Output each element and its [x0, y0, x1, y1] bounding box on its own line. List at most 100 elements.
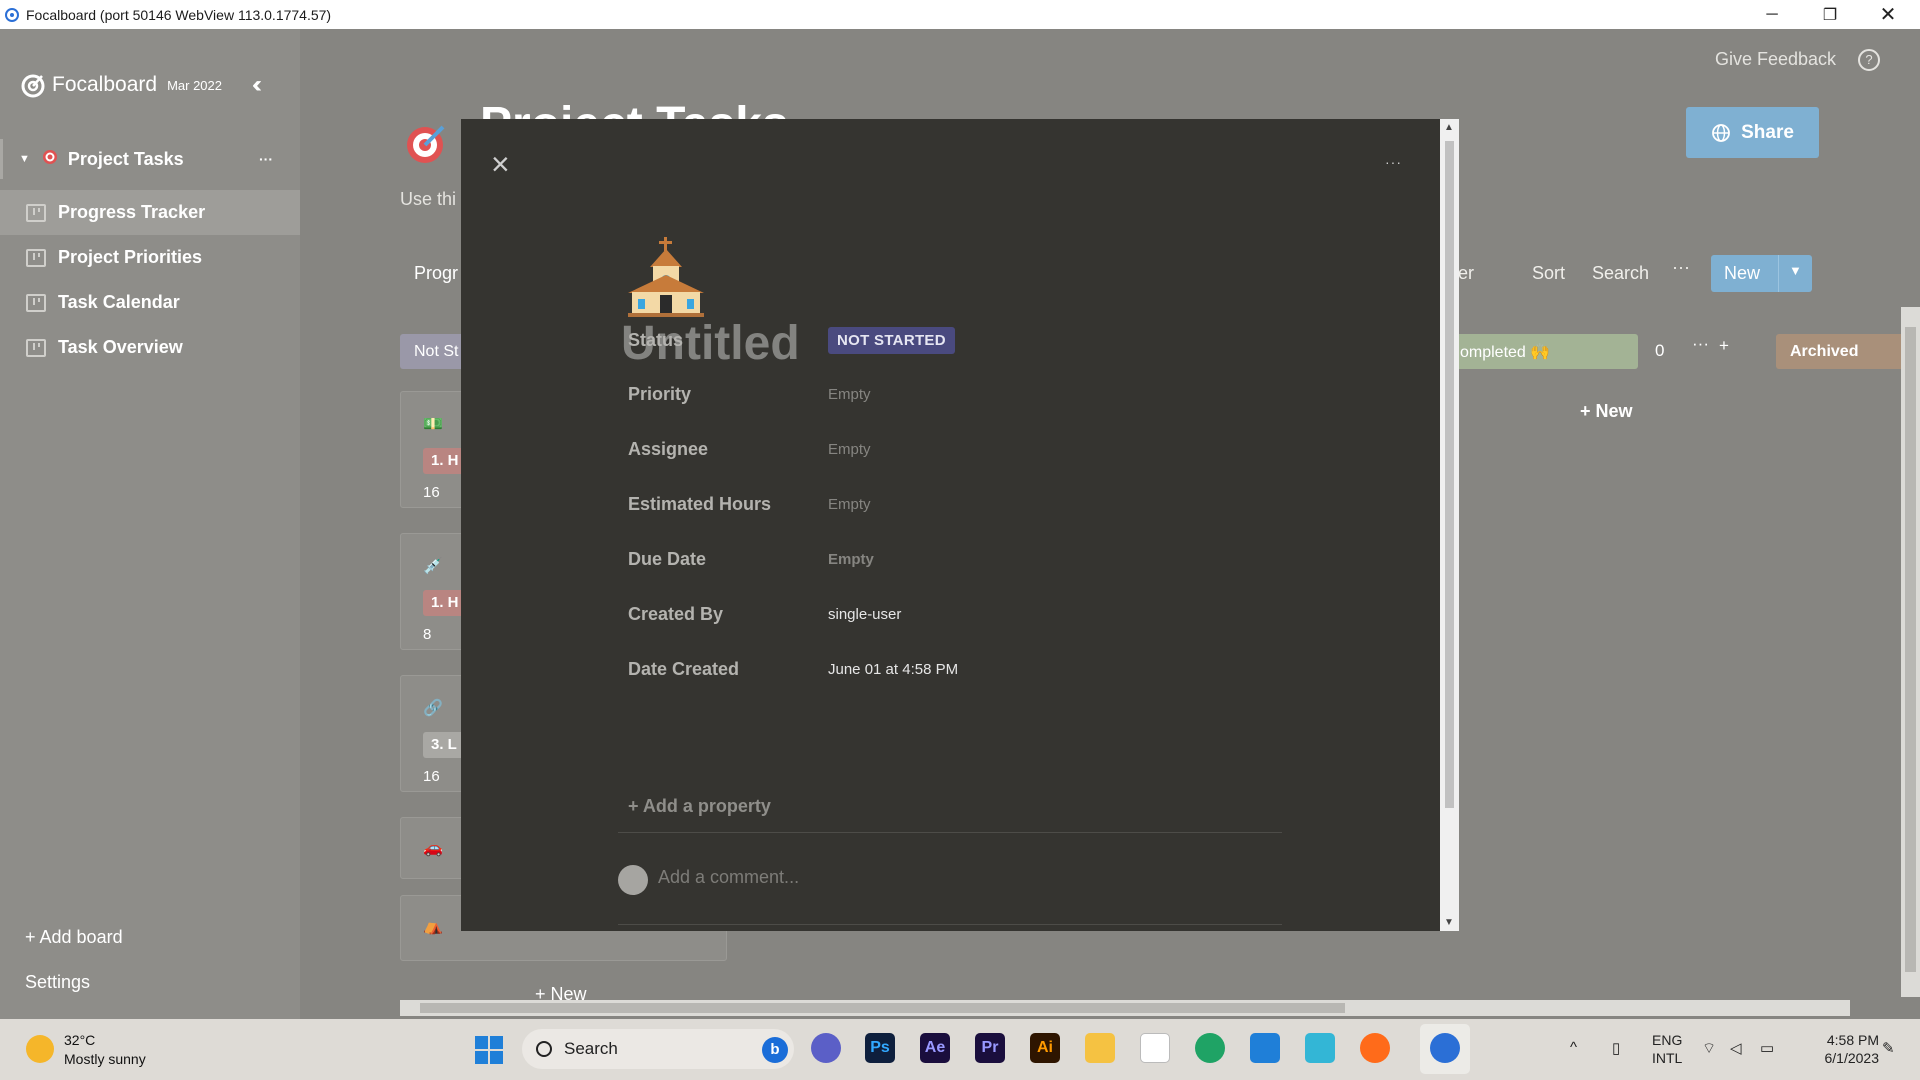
property-status: Status NOT STARTED [628, 325, 1328, 355]
close-icon[interactable]: × [491, 148, 510, 180]
card-icon: 💵 [423, 416, 443, 433]
app-icon[interactable] [1305, 1033, 1335, 1063]
edge-icon[interactable] [1195, 1033, 1225, 1063]
board-view-icon [26, 248, 46, 267]
scroll-up-icon[interactable]: ▲ [1444, 122, 1454, 133]
column-header-completed[interactable]: ompleted 🙌 [1446, 334, 1638, 369]
divider [618, 924, 1282, 925]
card-options-icon[interactable]: ··· [1385, 154, 1402, 170]
new-button-divider [1778, 255, 1779, 292]
close-window-button[interactable]: ✕ [1859, 0, 1917, 29]
window-title-bar: Focalboard (port 50146 WebView 113.0.177… [0, 0, 1920, 29]
avatar [618, 865, 648, 895]
settings-button[interactable]: Settings [25, 972, 90, 993]
completed-new-button[interactable]: + New [1580, 401, 1633, 422]
property-name[interactable]: Assignee [628, 439, 828, 460]
sort-button[interactable]: Sort [1532, 263, 1565, 284]
board-description: Use thi [400, 189, 457, 209]
focalboard-icon[interactable] [1430, 1033, 1460, 1063]
dialog-scrollbar[interactable]: ▲ ▼ [1440, 119, 1459, 931]
sidebar-view-label: Project Priorities [58, 247, 203, 267]
volume-icon[interactable]: ◁ [1730, 1039, 1742, 1057]
windows-start-icon[interactable] [475, 1036, 503, 1064]
scroll-thumb[interactable] [1445, 141, 1454, 808]
card-icon: ⛺ [423, 918, 443, 935]
usb-icon[interactable]: ▯ [1612, 1039, 1620, 1057]
column-options-icon[interactable]: ··· [1692, 334, 1709, 354]
collapse-sidebar-icon[interactable]: ‹‹ [252, 71, 262, 99]
sidebar-view-task-calendar[interactable]: Task Calendar [0, 280, 300, 325]
weather-temp[interactable]: 32°C [64, 1032, 95, 1048]
column-title: ompleted 🙌 [1460, 343, 1551, 361]
after-effects-icon[interactable]: Ae [920, 1033, 950, 1063]
restore-button[interactable]: ❐ [1801, 0, 1859, 29]
battery-icon[interactable]: ▭ [1760, 1039, 1774, 1057]
property-name[interactable]: Estimated Hours [628, 494, 828, 515]
illustrator-icon[interactable]: Ai [1030, 1033, 1060, 1063]
chevron-down-icon[interactable]: ▼ [19, 153, 30, 165]
add-board-button[interactable]: + Add board [25, 927, 123, 948]
bing-icon[interactable]: b [762, 1037, 788, 1063]
add-property-button[interactable]: + Add a property [628, 796, 771, 817]
sidebar: Focalboard Mar 2022 ‹‹ ▼ Project Tasks ·… [0, 29, 300, 1019]
clock-time: 4:58 PM [1826, 1032, 1879, 1048]
keyboard-layout: INTL [1652, 1050, 1683, 1066]
property-value[interactable]: Empty [828, 496, 871, 513]
property-estimated-hours: Estimated Hours Empty [628, 489, 1328, 519]
share-button[interactable]: Share [1686, 107, 1819, 158]
property-name[interactable]: Created By [628, 604, 828, 625]
firefox-icon[interactable] [1360, 1033, 1390, 1063]
sidebar-view-project-priorities[interactable]: Project Priorities [0, 235, 300, 280]
filter-button[interactable]: er [1458, 263, 1474, 284]
minimize-button[interactable]: ─ [1743, 0, 1801, 29]
wifi-icon[interactable]: ⌔ [1702, 1039, 1716, 1058]
search-button[interactable]: Search [1592, 263, 1649, 284]
new-card-button[interactable]: New ▼ [1711, 255, 1812, 292]
taskbar-search[interactable]: Search b [522, 1029, 794, 1069]
status-badge[interactable]: NOT STARTED [828, 326, 955, 354]
file-explorer-icon[interactable] [1085, 1033, 1115, 1063]
property-value[interactable]: Empty [828, 441, 871, 458]
premiere-icon[interactable]: Pr [975, 1033, 1005, 1063]
horizontal-scrollbar[interactable] [400, 1000, 1850, 1016]
clock[interactable]: 4:58 PM 6/1/2023 [1803, 1031, 1880, 1067]
property-value[interactable]: Empty [828, 386, 871, 403]
chevron-up-icon[interactable]: ^ [1570, 1039, 1577, 1056]
scroll-thumb[interactable] [1905, 327, 1916, 972]
column-header-archived[interactable]: Archived [1776, 334, 1920, 369]
mail-icon[interactable] [1250, 1033, 1280, 1063]
sidebar-view-progress-tracker[interactable]: Progress Tracker [0, 190, 300, 235]
language-indicator[interactable]: ENG INTL [1652, 1031, 1682, 1067]
photoshop-icon[interactable]: Ps [865, 1033, 895, 1063]
notifications-icon[interactable]: ✎ [1882, 1039, 1895, 1057]
property-value[interactable]: Empty [828, 551, 874, 568]
property-created-by: Created By single-user [628, 599, 1328, 629]
store-icon[interactable] [1140, 1033, 1170, 1063]
target-icon [42, 149, 58, 170]
teams-icon[interactable] [811, 1033, 841, 1063]
sidebar-view-label: Task Overview [58, 337, 183, 357]
sidebar-board-project-tasks[interactable]: ▼ Project Tasks ··· [0, 139, 300, 179]
vertical-scrollbar[interactable] [1901, 307, 1920, 997]
give-feedback-link[interactable]: Give Feedback [1715, 49, 1836, 70]
property-date-created: Date Created June 01 at 4:58 PM [628, 654, 1328, 684]
scroll-down-icon[interactable]: ▼ [1444, 917, 1454, 928]
property-name[interactable]: Due Date [628, 549, 828, 570]
view-options-icon[interactable]: ··· [1672, 257, 1690, 278]
weather-desc[interactable]: Mostly sunny [64, 1051, 146, 1067]
new-label: New [1724, 263, 1761, 283]
view-selector[interactable]: Progr [414, 263, 458, 284]
church-icon[interactable] [626, 237, 706, 322]
scroll-thumb[interactable] [420, 1003, 1345, 1013]
help-icon[interactable]: ? [1858, 49, 1880, 71]
comment-input[interactable]: Add a comment... [658, 867, 799, 888]
board-target-icon[interactable] [405, 121, 449, 175]
board-options-icon[interactable]: ··· [259, 151, 273, 167]
sun-icon[interactable] [26, 1035, 54, 1063]
property-name[interactable]: Priority [628, 384, 828, 405]
chevron-down-icon[interactable]: ▼ [1789, 263, 1802, 278]
property-name[interactable]: Status [628, 330, 828, 351]
property-name[interactable]: Date Created [628, 659, 828, 680]
add-card-icon[interactable]: + [1719, 336, 1729, 356]
sidebar-view-task-overview[interactable]: Task Overview [0, 325, 300, 370]
